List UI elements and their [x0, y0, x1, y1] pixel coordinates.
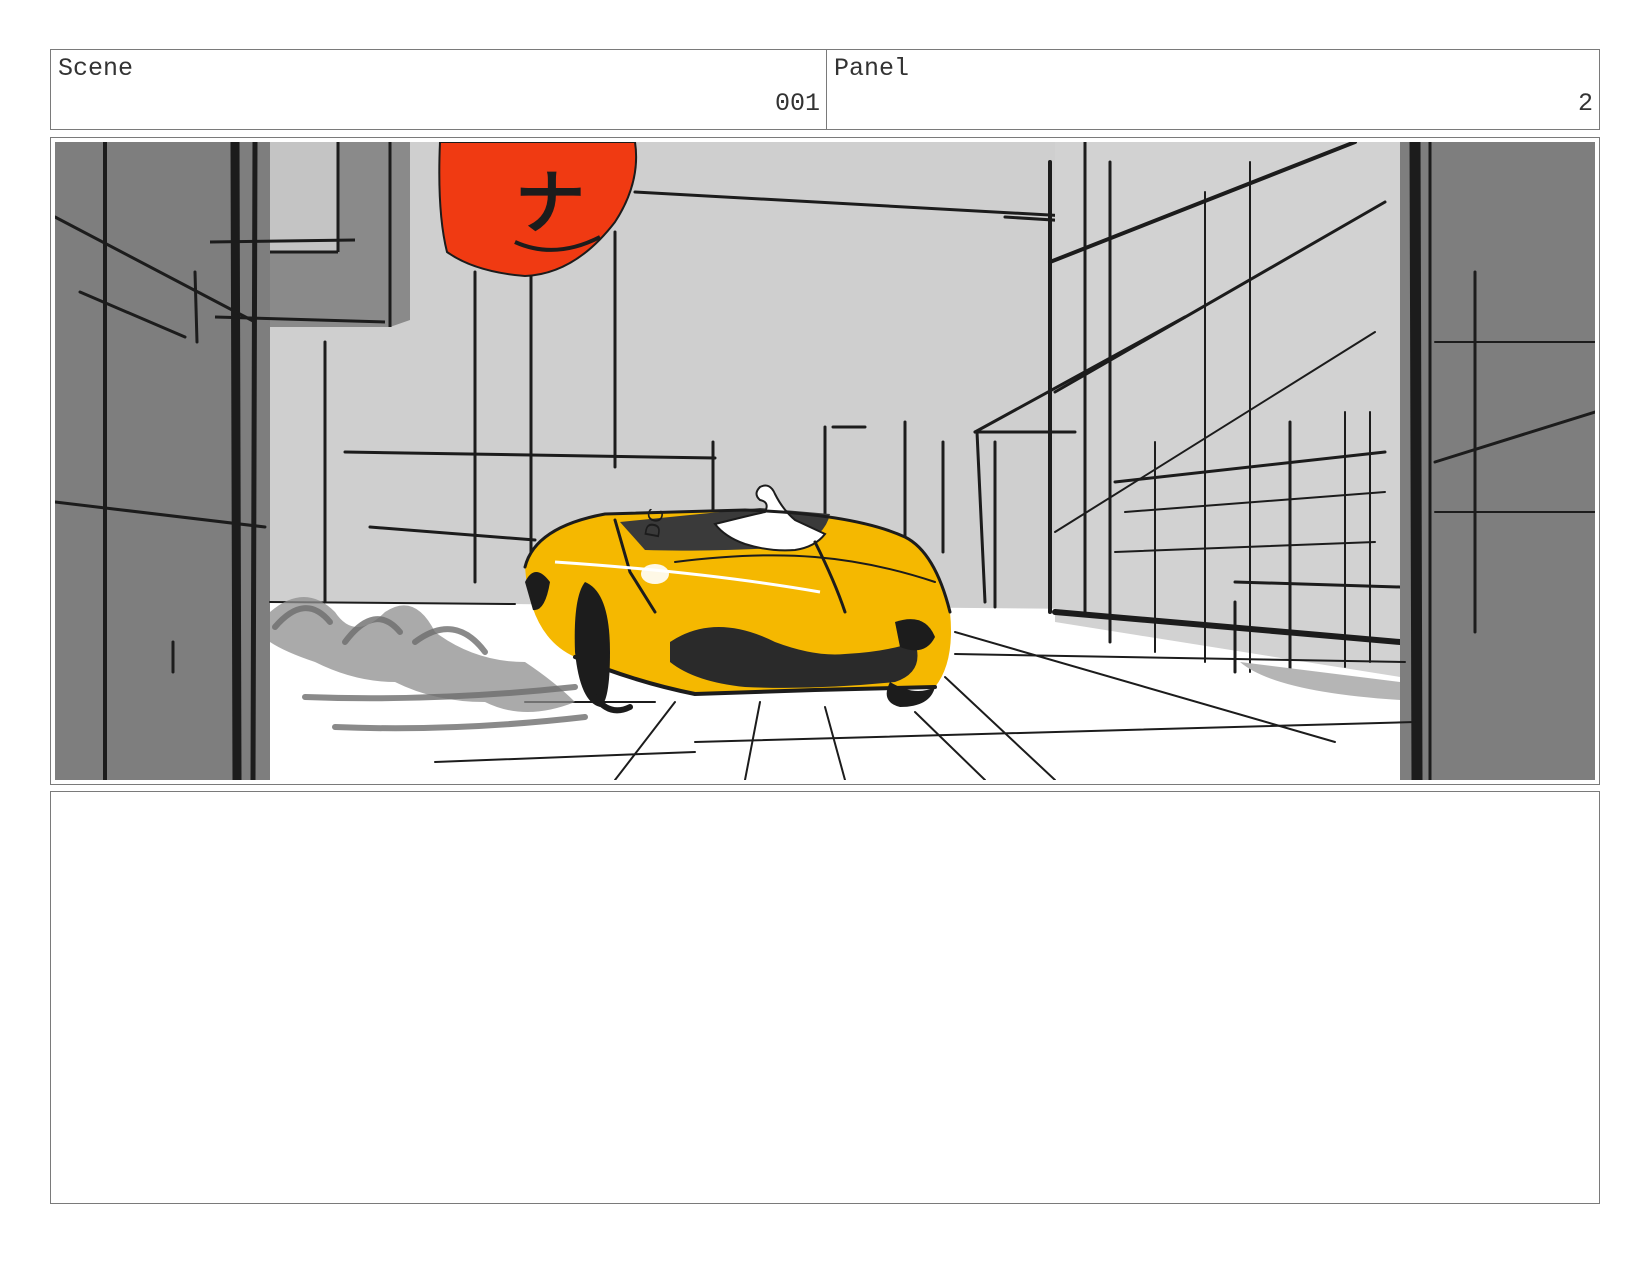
panel-label: Panel: [834, 54, 910, 83]
sign-glyph: ナ: [515, 162, 585, 244]
scene-cell: Scene 001: [51, 50, 827, 129]
panel-cell: Panel 2: [827, 50, 1599, 129]
scene-label: Scene: [58, 54, 134, 83]
car-mark: DC: [640, 507, 669, 540]
storyboard-header: Scene 001 Panel 2: [50, 49, 1600, 130]
panel-number: 2: [1577, 89, 1593, 118]
storyboard-frame: ナ DC: [50, 137, 1600, 785]
sketch-illustration: ナ DC: [55, 142, 1595, 780]
notes-box: [50, 791, 1600, 1204]
scene-number: 001: [774, 89, 820, 118]
